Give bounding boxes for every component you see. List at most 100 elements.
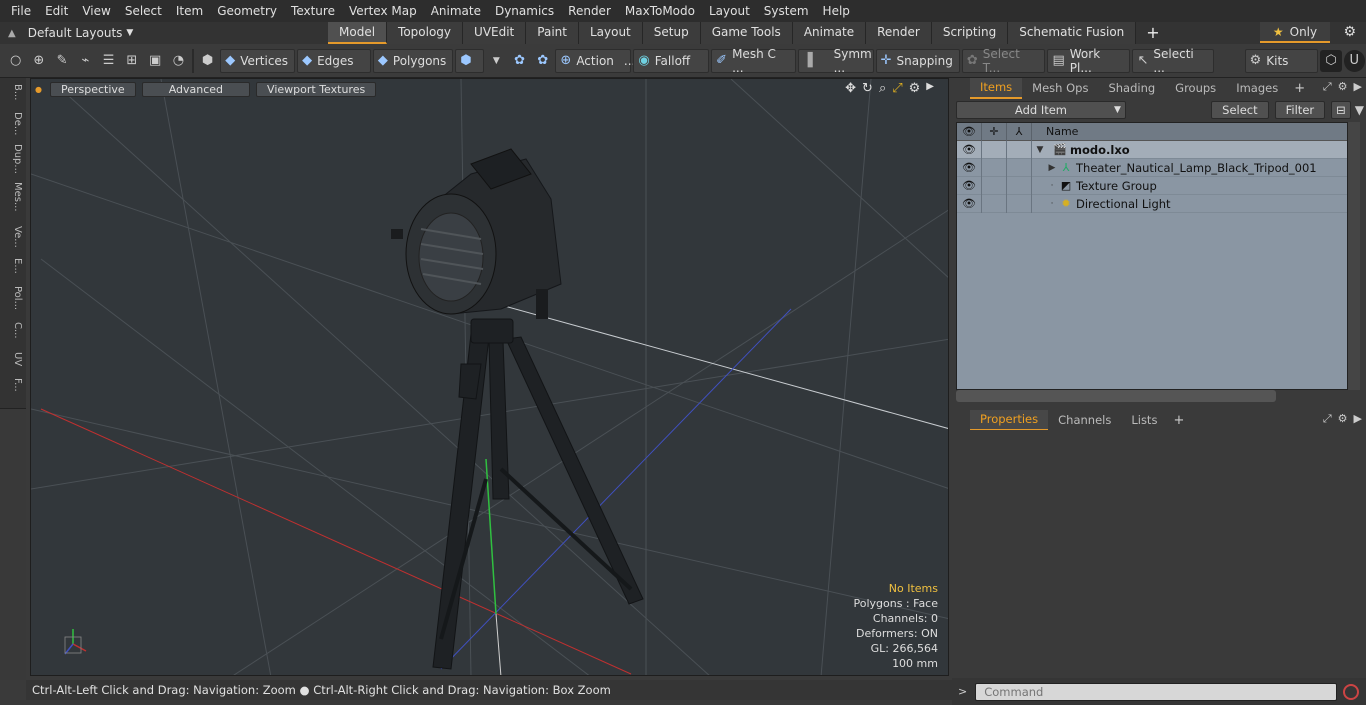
add-tab-icon[interactable]: + — [1167, 413, 1190, 428]
selection-sets-button[interactable]: ↖ Selecti ... — [1132, 47, 1214, 75]
triangle-right-icon[interactable]: ▶ — [926, 81, 934, 96]
menu-render[interactable]: Render — [561, 0, 618, 22]
only-toggle-button[interactable]: ★ Only — [1260, 22, 1330, 43]
triangle-right-icon[interactable]: ▶ — [1354, 80, 1362, 94]
perspective-button[interactable]: Perspective — [49, 81, 136, 97]
menu-edit[interactable]: Edit — [38, 0, 75, 22]
action-center-button[interactable]: ⊕ Action... — [555, 48, 635, 73]
gear-icon[interactable]: ⚙ — [1338, 412, 1348, 426]
select-button[interactable]: Select — [1211, 101, 1269, 119]
globe-icon[interactable]: ⊕ — [28, 50, 49, 72]
filter-icon[interactable]: ▼ — [1355, 103, 1364, 117]
expand-right-icon[interactable]: ▶ — [1046, 163, 1058, 173]
tab-game-tools[interactable]: Game Tools — [700, 22, 793, 44]
tab-animate[interactable]: Animate — [792, 22, 867, 44]
expand-down-icon[interactable]: ▼ — [1034, 145, 1046, 155]
gear-icon[interactable]: ⚙ — [909, 81, 921, 96]
left-tab-uv[interactable]: UV — [3, 352, 23, 366]
viewport-scene[interactable] — [31, 79, 949, 676]
symmetry-button[interactable]: ▐ Symm ... — [797, 47, 874, 75]
tab-uvedit[interactable]: UVEdit — [463, 22, 527, 44]
menu-file[interactable]: File — [4, 0, 38, 22]
menu-dynamics[interactable]: Dynamics — [488, 0, 561, 22]
add-tab-icon[interactable]: + — [1288, 81, 1311, 96]
add-item-dropdown[interactable]: Add Item ▼ — [956, 101, 1126, 119]
command-input[interactable] — [975, 682, 1338, 701]
menu-texture[interactable]: Texture — [284, 0, 342, 22]
unity-icon[interactable]: ⬡ — [1320, 49, 1342, 72]
left-tab-edge[interactable]: E... — [3, 258, 23, 274]
tree-row-scene[interactable]: 👁 ▼ 🎬 modo.lxo — [957, 140, 1347, 159]
left-tab-curve[interactable]: C... — [3, 322, 23, 339]
menu-system[interactable]: System — [757, 0, 816, 22]
select-through-button[interactable]: ✿ Select T... — [961, 47, 1046, 75]
center-icon[interactable]: ⊞ — [121, 50, 142, 72]
tab-shading[interactable]: Shading — [1098, 79, 1165, 98]
add-tab-icon[interactable]: + — [1136, 22, 1169, 44]
tree-row-mesh[interactable]: 👁 ▶ ⅄ Theater_Nautical_Lamp_Black_Tripod… — [957, 158, 1347, 177]
sphere-icon[interactable]: ✿ — [532, 50, 553, 72]
tab-properties[interactable]: Properties — [970, 409, 1049, 431]
filter-button[interactable]: Filter — [1274, 101, 1326, 119]
viewport-textures-button[interactable]: Viewport Textures — [256, 81, 377, 97]
edges-button[interactable]: ◆ Edges — [297, 48, 371, 73]
menu-item[interactable]: Item — [169, 0, 210, 22]
tree-horizontal-scrollbar[interactable] — [956, 390, 1276, 402]
tab-groups[interactable]: Groups — [1165, 79, 1226, 98]
left-tab-polygon[interactable]: Pol... — [3, 286, 23, 310]
unreal-icon[interactable]: U — [1343, 49, 1365, 72]
tab-paint[interactable]: Paint — [526, 22, 579, 44]
3d-viewport[interactable]: ● Perspective Advanced Viewport Textures… — [30, 78, 949, 676]
pin-icon[interactable]: ▲ — [8, 28, 16, 39]
polygons-button[interactable]: ◆ Polygons — [372, 48, 454, 73]
left-tab-duplicate[interactable]: Dup... — [3, 144, 23, 174]
gear-icon[interactable]: ⚙ — [1343, 24, 1356, 40]
tab-scripting[interactable]: Scripting — [931, 22, 1009, 44]
viewport-menu-icon[interactable]: ● — [35, 85, 42, 94]
menu-select[interactable]: Select — [118, 0, 169, 22]
align-icon[interactable]: ☰ — [98, 50, 119, 72]
left-tab-vertex[interactable]: Ve... — [3, 226, 23, 248]
left-tab-deform[interactable]: De... — [3, 112, 23, 135]
collapse-icon[interactable]: ⊟ — [1331, 101, 1351, 119]
left-tab-mesh-edit[interactable]: Mes... — [3, 182, 23, 212]
left-tab-basic[interactable]: B... — [3, 84, 23, 100]
zoom-icon[interactable]: ⌕ — [879, 81, 886, 96]
work-plane-button[interactable]: ▤ Work Pl... — [1047, 47, 1131, 75]
triangle-right-icon[interactable]: ▶ — [1354, 412, 1362, 426]
tree-row-light[interactable]: 👁 · ✹ Directional Light — [957, 194, 1347, 213]
menu-view[interactable]: View — [75, 0, 117, 22]
menu-layout[interactable]: Layout — [702, 0, 757, 22]
lock-column-icon[interactable]: ✛ — [982, 123, 1007, 141]
eye-icon[interactable]: 👁 — [957, 140, 982, 159]
left-tab-fusion[interactable]: F... — [3, 378, 23, 392]
eye-icon[interactable]: 👁 — [957, 194, 982, 213]
tab-images[interactable]: Images — [1226, 79, 1288, 98]
maximize-icon[interactable]: ⤢ — [892, 81, 902, 96]
maximize-icon[interactable]: ⤢ — [1323, 412, 1332, 426]
rotate-view-icon[interactable]: ↻ — [862, 81, 873, 96]
tab-lists[interactable]: Lists — [1121, 411, 1167, 430]
eye-icon[interactable]: 👁 — [957, 158, 982, 177]
menu-animate[interactable]: Animate — [424, 0, 488, 22]
layout-dropdown[interactable]: ▲ Default Layouts ▼ — [0, 26, 300, 40]
vertices-button[interactable]: ◆ Vertices — [220, 48, 296, 73]
menu-help[interactable]: Help — [816, 0, 857, 22]
tab-setup[interactable]: Setup — [642, 22, 701, 44]
name-column-header[interactable]: Name — [1032, 125, 1078, 138]
item-mode-icon[interactable]: ⬢ — [197, 50, 218, 72]
tab-model[interactable]: Model — [328, 22, 388, 44]
material-mode-button[interactable]: ⬢ — [455, 48, 484, 73]
tab-schematic-fusion[interactable]: Schematic Fusion — [1008, 22, 1137, 44]
record-icon[interactable] — [1343, 683, 1360, 700]
snapping-button[interactable]: ✛ Snapping — [875, 48, 960, 73]
circle-select-icon[interactable]: ○ — [5, 50, 26, 72]
chevron-down-icon[interactable]: ▼ — [486, 50, 507, 72]
pen-icon[interactable]: ✎ — [52, 50, 73, 72]
command-arrow-icon[interactable]: > — [958, 685, 967, 698]
tab-items[interactable]: Items — [970, 77, 1023, 99]
gear-icon[interactable]: ⚙ — [1338, 80, 1348, 94]
tab-layout[interactable]: Layout — [578, 22, 643, 44]
tree-row-texture-group[interactable]: 👁 · ◩ Texture Group — [957, 176, 1347, 195]
brush-icon[interactable]: ⌁ — [75, 50, 96, 72]
